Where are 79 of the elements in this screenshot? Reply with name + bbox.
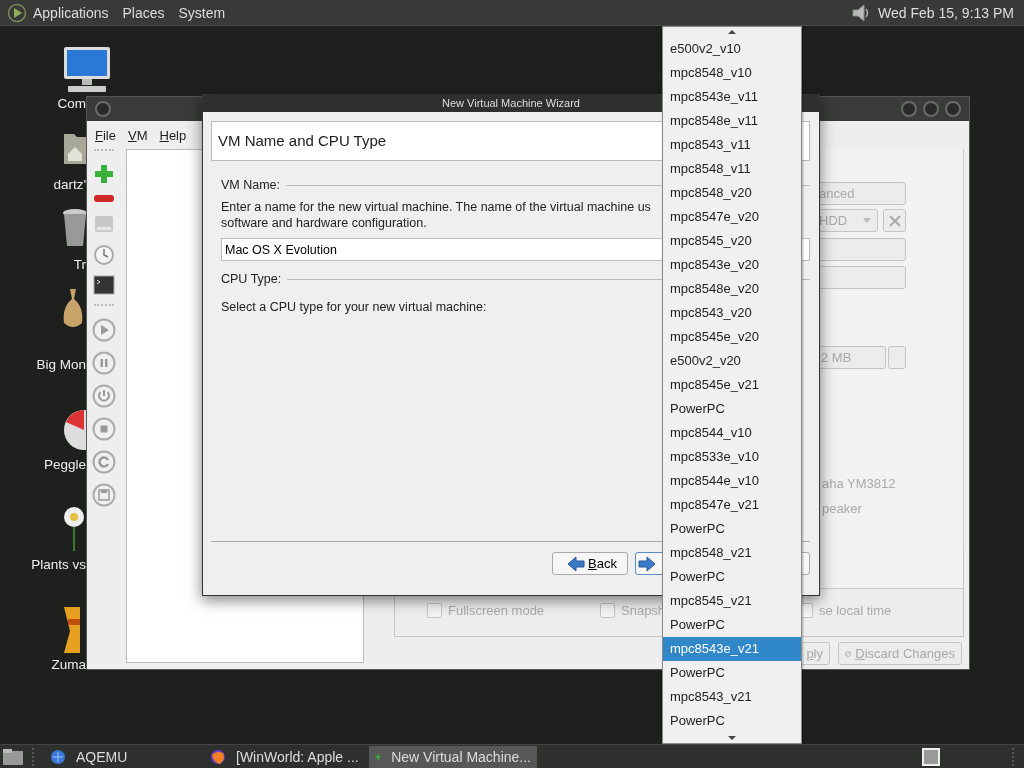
cpu-type-option[interactable]: mpc8543_v11: [663, 133, 801, 157]
workspace-icon[interactable]: [922, 748, 940, 766]
desktop-icon-label[interactable]: Com: [57, 96, 86, 112]
cpu-type-description: Select a CPU type for your new virtual machine:: [221, 299, 487, 315]
toolbar-grip[interactable]: [94, 149, 114, 154]
cpu-type-option[interactable]: mpc8543e_v21: [663, 637, 801, 661]
minimize-button[interactable]: [901, 101, 917, 117]
cpu-type-option[interactable]: mpc8548_v20: [663, 181, 801, 205]
stop-icon[interactable]: [92, 417, 116, 441]
clock-icon[interactable]: [93, 244, 115, 266]
flower-icon[interactable]: [62, 505, 84, 553]
caret-icon: [863, 218, 871, 223]
toolbar-grip[interactable]: [94, 304, 114, 309]
computer-icon[interactable]: [62, 45, 112, 93]
show-desktop-icon[interactable]: [2, 748, 24, 766]
cpu-type-option[interactable]: mpc8543_v20: [663, 301, 801, 325]
vm-name-description: Enter a name for the new virtual machine. The name of the virtual machine us software and hardware configuration.: [221, 199, 651, 231]
desktop-icon-label[interactable]: dartz': [53, 177, 86, 193]
cpu-type-option[interactable]: mpc8543_v21: [663, 685, 801, 709]
cpu-type-option[interactable]: mpc8545e_v21: [663, 373, 801, 397]
cpu-type-option[interactable]: PowerPC: [663, 397, 801, 421]
speaker-label: peaker: [822, 501, 862, 516]
cpu-type-option[interactable]: mpc8533e_v10: [663, 445, 801, 469]
menu-item[interactable]: VM: [127, 127, 148, 143]
desktop-icon-label[interactable]: Plants vs: [31, 557, 86, 573]
taskbar-button[interactable]: AQEMU: [44, 746, 204, 768]
clear-icon: [887, 213, 902, 228]
cpu-type-option[interactable]: mpc8545e_v20: [663, 325, 801, 349]
cpu-type-option[interactable]: mpc8547e_v21: [663, 493, 801, 517]
cpu-type-option[interactable]: e500v2_v20: [663, 349, 801, 373]
forward-arrow-icon: [637, 555, 656, 572]
terminal-icon[interactable]: [93, 275, 115, 295]
remove-icon[interactable]: [93, 194, 115, 204]
cpu-type-option[interactable]: e500v2_v10: [663, 37, 801, 61]
trash-icon[interactable]: [62, 208, 88, 248]
cpu-type-option[interactable]: PowerPC: [663, 709, 801, 733]
cpu-type-option[interactable]: PowerPC: [663, 565, 801, 589]
panel-menu[interactable]: System: [178, 4, 226, 21]
cpu-type-option[interactable]: mpc8544_v10: [663, 421, 801, 445]
cpu-type-option[interactable]: mpc8547e_v20: [663, 205, 801, 229]
sound-card-label: aha YM3812: [822, 476, 896, 491]
clock[interactable]: Wed Feb 15, 9:13 PM: [878, 4, 1014, 21]
combo-box[interactable]: [818, 238, 906, 261]
scroll-up-icon[interactable]: [727, 29, 737, 35]
cpu-type-option[interactable]: mpc8548_v21: [663, 541, 801, 565]
desktop-icon-label[interactable]: Tr: [73, 257, 86, 273]
back-arrow-icon: [567, 555, 585, 572]
browser-icon: [210, 749, 226, 765]
power-icon[interactable]: [92, 384, 116, 408]
desktop-icon-label[interactable]: Peggle: [43, 457, 86, 473]
desktop-icon-label[interactable]: Zuma: [51, 657, 86, 673]
scroll-down-icon[interactable]: [727, 735, 737, 741]
panel-menu[interactable]: Places: [122, 4, 165, 21]
taskbar-button[interactable]: [WinWorld: Apple ...: [204, 746, 369, 768]
cpu-type-option[interactable]: mpc8545_v21: [663, 589, 801, 613]
cpu-type-option[interactable]: mpc8548e_v20: [663, 277, 801, 301]
reset-icon[interactable]: [92, 450, 116, 474]
desktop-icon-label[interactable]: Big Mon: [36, 357, 86, 373]
play-icon[interactable]: [92, 318, 116, 342]
section-label: CPU Type:: [221, 272, 282, 286]
save-icon[interactable]: [92, 483, 116, 507]
combo-box[interactable]: [818, 266, 906, 289]
window-menu-button[interactable]: [95, 101, 111, 117]
cpu-type-option[interactable]: mpc8544e_v10: [663, 469, 801, 493]
maximize-button[interactable]: [923, 101, 939, 117]
cpu-type-option[interactable]: PowerPC: [663, 613, 801, 637]
back-button[interactable]: Back: [552, 552, 628, 575]
add-icon[interactable]: [93, 163, 115, 185]
globe-icon: [50, 749, 66, 765]
pause-icon[interactable]: [92, 351, 116, 375]
panel-menu[interactable]: Applications: [33, 4, 109, 21]
cpu-type-option[interactable]: mpc8548_v10: [663, 61, 801, 85]
menu-item[interactable]: File: [95, 127, 116, 143]
section-label: VM Name:: [221, 178, 281, 192]
close-button[interactable]: [945, 101, 961, 117]
taskbar-button[interactable]: New Virtual Machine...: [369, 746, 537, 768]
menu-item[interactable]: Help: [159, 127, 187, 143]
cpu-type-option[interactable]: PowerPC: [663, 517, 801, 541]
play-logo-icon[interactable]: [7, 2, 27, 23]
